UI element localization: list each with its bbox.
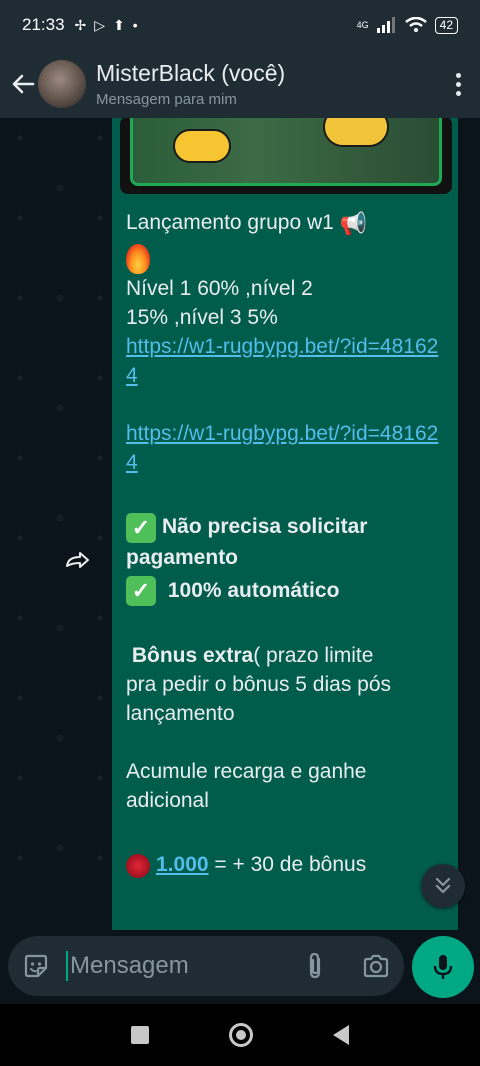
home-button[interactable]	[229, 1023, 253, 1047]
fire-icon	[126, 244, 150, 275]
wifi-icon	[404, 17, 427, 32]
chat-title: MisterBlack (você)	[96, 60, 286, 86]
recents-button[interactable]	[131, 1026, 149, 1044]
levels-line-1: Nível 1 60% ,nível 2	[126, 277, 313, 301]
message-text: Lançamento grupo w1 📢 Nível 1 60% ,nível…	[120, 194, 450, 879]
play-icon: ▷	[94, 16, 106, 33]
rose-icon	[126, 853, 150, 878]
accumulate-line-1: Acumule recarga e ganhe	[126, 760, 367, 784]
tier-1-amount[interactable]: 1.000	[156, 853, 209, 876]
message-input[interactable]: Mensagem	[8, 936, 404, 996]
back-arrow-icon	[12, 74, 35, 94]
link-1[interactable]: https://w1-rugbypg.bet/?id=481624	[126, 335, 438, 387]
megaphone-icon: 📢	[339, 210, 368, 236]
system-nav-bar	[0, 1004, 480, 1066]
sticker-icon[interactable]	[22, 952, 50, 980]
back-button[interactable]	[10, 71, 36, 97]
bonus-bold: Bônus extra	[131, 644, 254, 668]
status-notification-icons: ✢ ▷ ⬆ •	[75, 17, 138, 34]
signal-icon	[376, 17, 395, 33]
text-caret	[66, 951, 68, 981]
chat-header: MisterBlack (você) Mensagem para mim	[0, 50, 480, 118]
check-icon: ✓	[126, 576, 156, 607]
cartoon-hand-right	[323, 118, 389, 147]
message-bubble[interactable]: Lançamento grupo w1 📢 Nível 1 60% ,nível…	[112, 118, 458, 930]
battery-indicator: 42	[434, 16, 458, 34]
bonus-rest: ( prazo limite	[253, 644, 374, 668]
more-vert-icon[interactable]	[446, 69, 470, 99]
input-bar: Mensagem	[0, 930, 480, 1004]
feature-2: 100% automático	[162, 578, 340, 602]
launch-title: Lançamento grupo w1	[126, 211, 334, 234]
input-placeholder: Mensagem	[70, 952, 189, 979]
levels-line-2: 15% ,nível 3 5%	[126, 306, 278, 330]
chevrons-down-icon	[435, 877, 451, 894]
chat-title-block[interactable]: MisterBlack (você) Mensagem para mim	[96, 60, 285, 108]
forward-icon[interactable]	[64, 548, 94, 572]
feature-1-line-2: pagamento	[126, 545, 239, 569]
check-icon: ✓	[126, 512, 156, 543]
attach-icon[interactable]	[302, 951, 328, 981]
status-time: 21:33	[22, 15, 65, 34]
scroll-down-button[interactable]	[421, 864, 465, 908]
bonus-line-3: lançamento	[126, 702, 235, 726]
media-image	[130, 118, 442, 186]
chat-subtitle: Mensagem para mim	[96, 91, 237, 108]
avatar[interactable]	[38, 60, 86, 108]
media-thumbnail[interactable]	[120, 118, 452, 194]
link-2[interactable]: https://w1-rugbypg.bet/?id=481624	[126, 422, 438, 474]
mic-button[interactable]	[412, 936, 474, 998]
accumulate-line-2: adicional	[126, 789, 209, 813]
feature-1-line-1: Não precisa solicitar	[162, 515, 368, 539]
status-system-icons: 4G 42	[356, 16, 458, 34]
chat-area[interactable]: Lançamento grupo w1 📢 Nível 1 60% ,nível…	[0, 118, 480, 930]
cartoon-hand-left	[173, 129, 231, 163]
network-type: 4G	[356, 20, 369, 30]
upload-icon: ⬆	[113, 16, 125, 33]
camera-icon[interactable]	[362, 952, 390, 980]
mic-icon	[433, 955, 453, 979]
bonus-line-2: pra pedir o bônus 5 dias pós	[126, 673, 392, 697]
tier-1-reward: = + 30 de bônus	[208, 853, 367, 877]
fan-icon: ✢	[74, 16, 87, 33]
dot-icon: •	[132, 17, 138, 33]
nav-back-button[interactable]	[333, 1025, 349, 1045]
status-bar: 21:33 ✢ ▷ ⬆ • 4G 42	[0, 0, 480, 50]
